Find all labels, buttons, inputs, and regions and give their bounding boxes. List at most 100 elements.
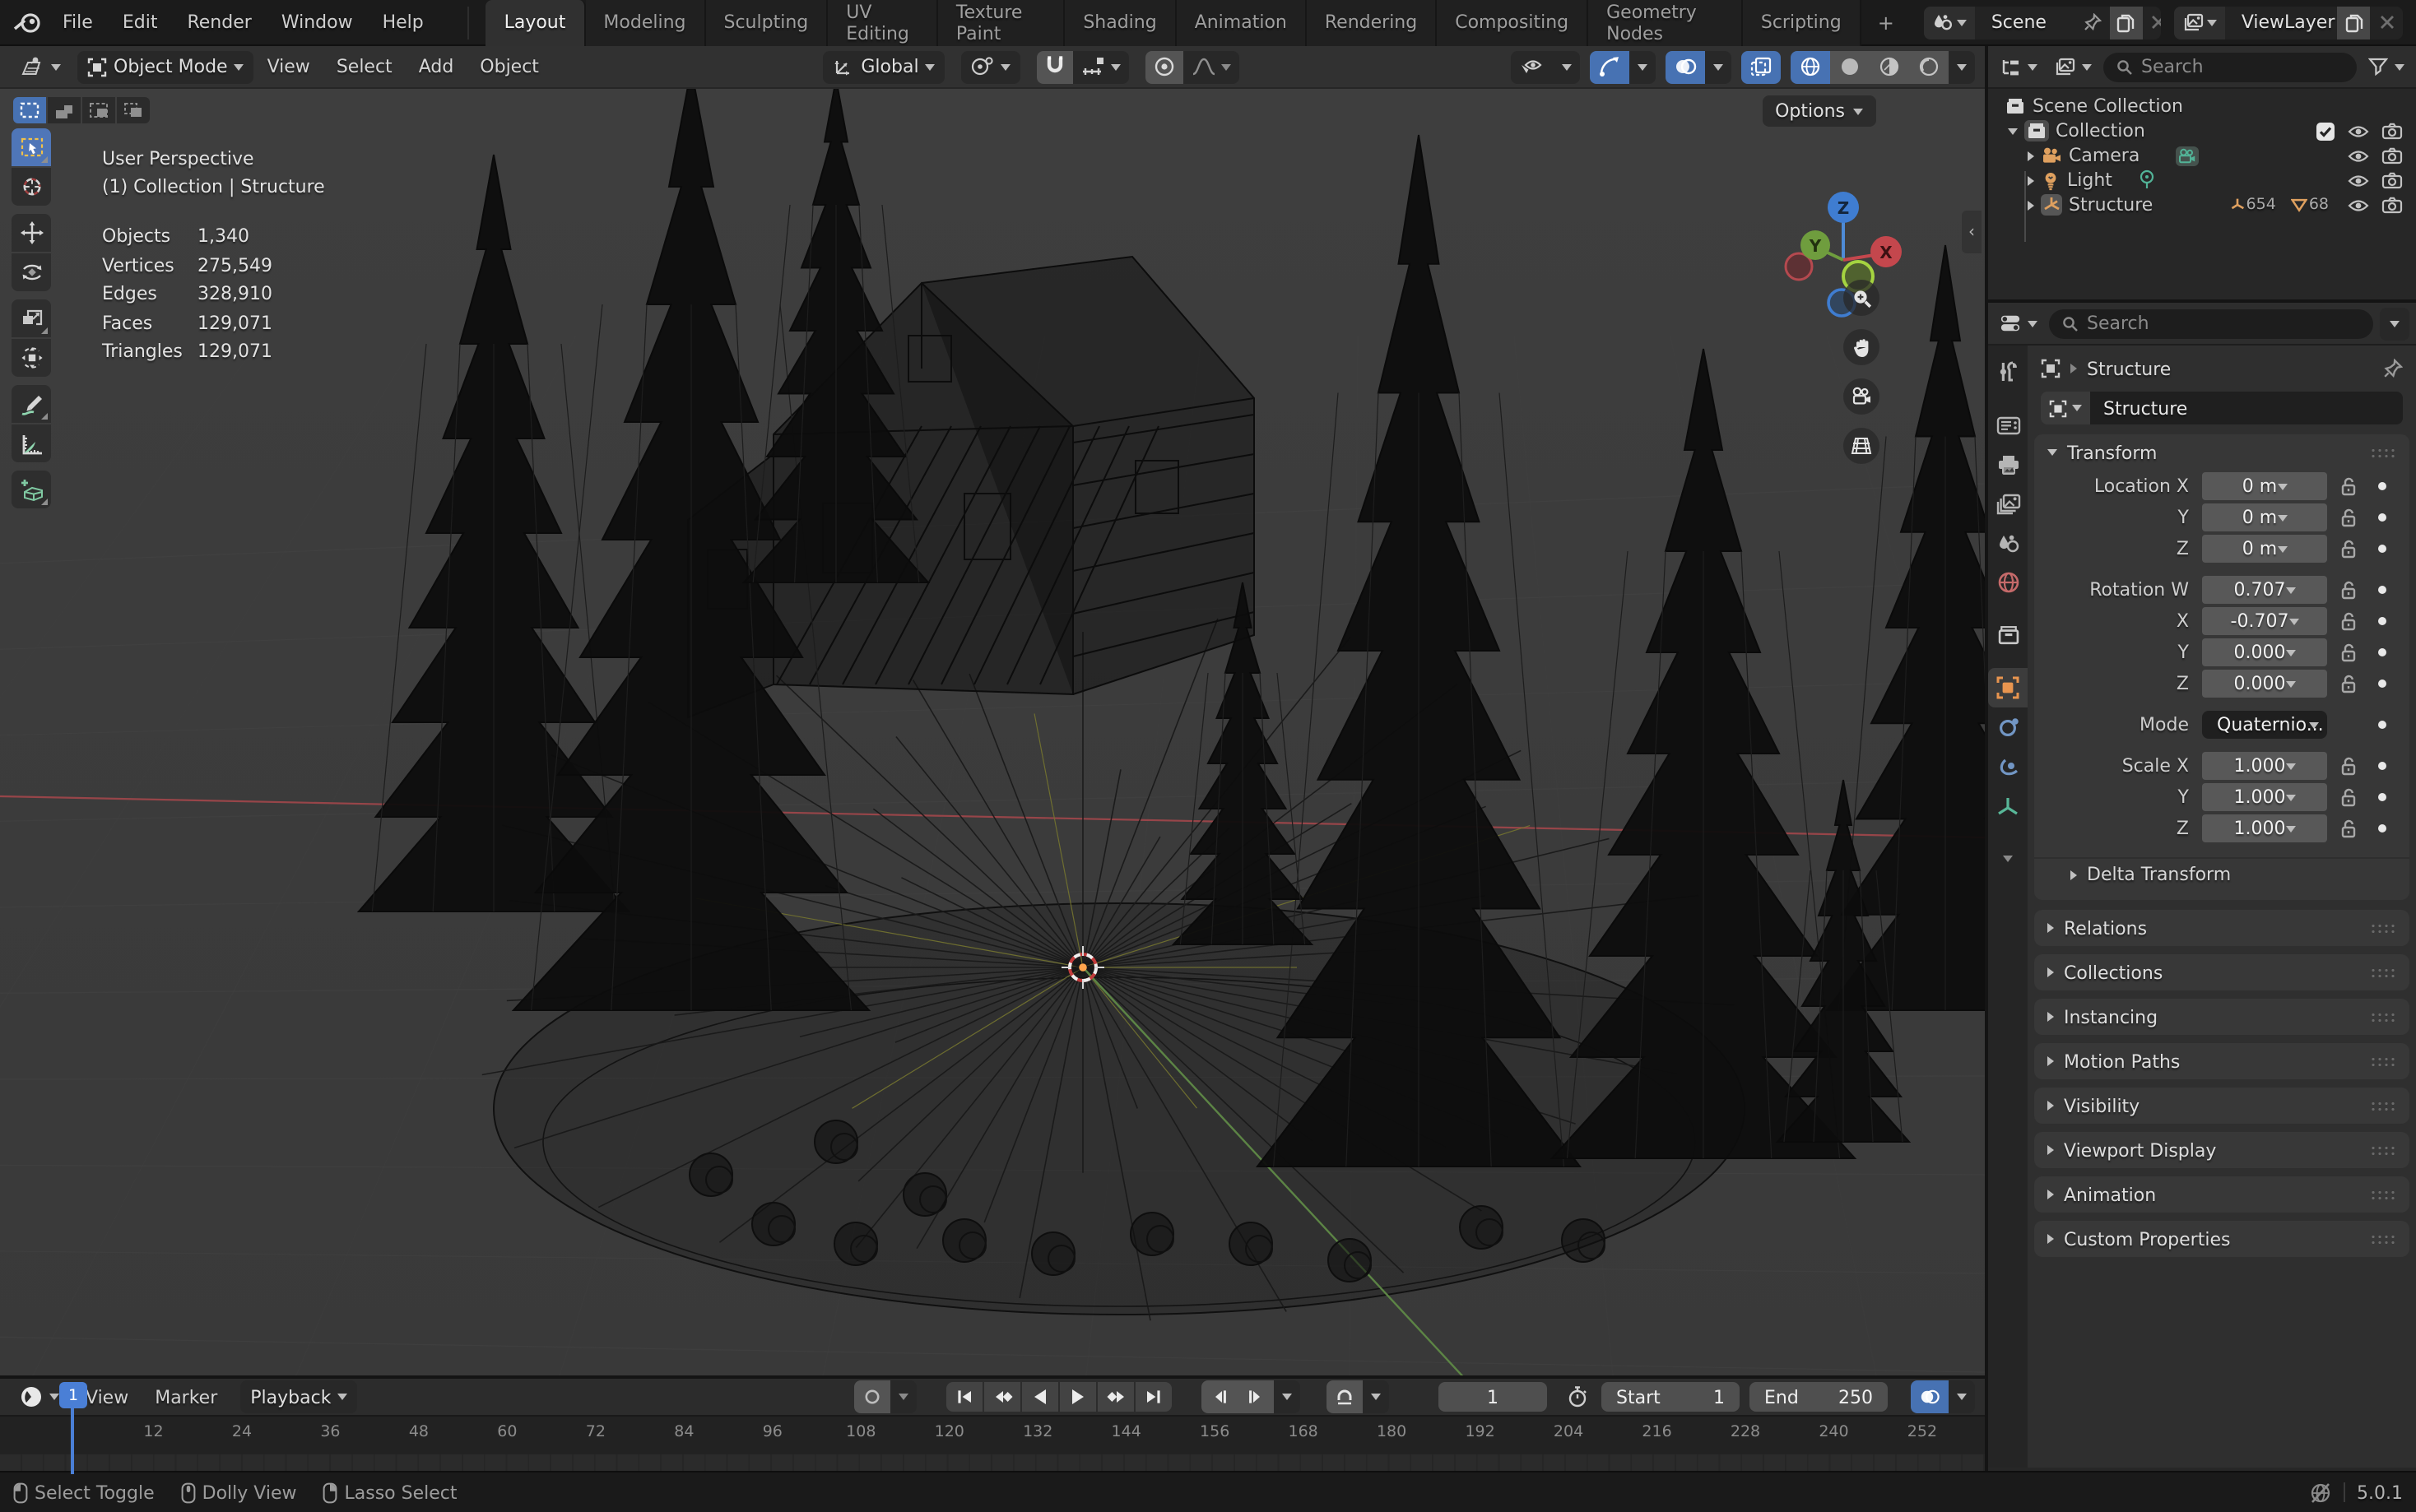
options-dropdown[interactable]: Options [1762,95,1876,127]
lock-open-icon[interactable] [2334,787,2363,807]
value-field[interactable]: -0.707 [2202,607,2327,635]
cursor-tool[interactable] [12,168,51,206]
viewlayer-browse-button[interactable] [2174,6,2225,39]
viewlayer-name[interactable]: ViewLayer [2225,12,2337,33]
editor-type-button[interactable] [10,50,71,83]
outliner-row-structure[interactable]: Structure 654 68 [1988,192,2416,217]
lock-open-icon[interactable] [2334,611,2363,631]
workspace-tab[interactable]: Geometry Nodes [1588,0,1743,45]
mode-dropdown[interactable]: Object Mode [77,50,254,83]
tab-object[interactable] [1988,668,2028,707]
stopwatch-icon[interactable] [1567,1385,1588,1408]
scale-tool[interactable] [12,299,51,337]
viewport-canvas[interactable]: User Perspective (1) Collection | Struct… [0,89,1985,1375]
camera-view-button[interactable] [1843,378,1879,415]
panel-grip[interactable] [2370,1100,2396,1111]
gizmo-dropdown[interactable] [1629,50,1656,83]
eye-icon[interactable] [2347,123,2370,139]
panel-grip[interactable] [2370,922,2396,934]
outliner-display-dropdown[interactable] [1995,50,2042,83]
eye-icon[interactable] [2347,172,2370,188]
tab-viewlayer[interactable] [1988,484,2028,523]
checkbox-icon[interactable] [2316,121,2335,141]
tabs-overflow-chevron[interactable] [1988,839,2028,879]
eye-icon[interactable] [2347,197,2370,213]
shading-dropdown[interactable] [1949,50,1975,83]
animate-dot-icon[interactable] [2378,586,2386,594]
visibility-dropdown[interactable] [1511,50,1580,83]
select-intersect-icon[interactable] [117,97,150,123]
current-frame-field[interactable]: 1 [1438,1382,1547,1412]
overlays-icon[interactable] [1666,50,1705,83]
workspace-tab[interactable]: Animation [1177,0,1307,45]
box-select-tool[interactable] [12,128,51,166]
value-field[interactable]: 1.000 [2202,783,2327,811]
properties-panel-header[interactable]: Visibility [2034,1088,2409,1124]
jump-end-button[interactable] [1136,1382,1172,1412]
proportional-icon[interactable] [1146,50,1184,83]
shading-wireframe-icon[interactable] [1791,50,1830,83]
timeline-overlays-icon[interactable] [1911,1380,1949,1413]
tab-tool[interactable] [1988,352,2028,392]
tab-object-data[interactable] [1988,786,2028,826]
scene-browse-button[interactable] [1924,6,1975,39]
delta-transform-panel-header[interactable]: Delta Transform [2034,857,2409,890]
outliner-search-input[interactable]: Search [2103,52,2357,81]
viewport-menu-item[interactable]: Object [467,56,552,77]
step-forward-button[interactable] [1238,1380,1274,1413]
next-keyframe-button[interactable] [1098,1382,1134,1412]
lock-open-icon[interactable] [2334,819,2363,838]
animate-dot-icon[interactable] [2378,482,2386,490]
lock-open-icon[interactable] [2334,642,2363,662]
menu-item[interactable]: File [48,12,108,33]
rotate-tool[interactable] [12,253,51,291]
animate-dot-icon[interactable] [2378,824,2386,833]
properties-search-input[interactable]: Search [2049,308,2373,338]
pivot-dropdown[interactable] [962,50,1021,83]
snap-with-dropdown[interactable] [1074,50,1130,83]
zoom-button[interactable] [1843,280,1879,316]
workspace-tab[interactable]: Sculpting [706,0,829,45]
add-cube-tool[interactable] [12,471,51,508]
shading-material-icon[interactable] [1870,50,1909,83]
workspace-tab[interactable]: Shading [1065,0,1176,45]
outliner-row-camera[interactable]: Camera [1988,143,2416,168]
gizmo-icon[interactable] [1590,50,1629,83]
orientation-dropdown[interactable]: Global [823,50,945,83]
animate-dot-icon[interactable] [2378,793,2386,801]
animate-dot-icon[interactable] [2378,721,2386,729]
jump-start-button[interactable] [946,1382,983,1412]
properties-panel-header[interactable]: Collections [2034,954,2409,990]
select-set-icon[interactable] [13,97,46,123]
value-field[interactable]: Quaternio... [2202,711,2327,739]
tab-output[interactable] [1988,444,2028,484]
play-button[interactable] [1060,1382,1096,1412]
step-back-button[interactable] [1201,1380,1238,1413]
tab-world[interactable] [1988,563,2028,602]
menu-item[interactable]: Render [172,12,266,33]
outliner-filter-dropdown[interactable] [2363,50,2409,83]
panel-grip[interactable] [2370,1011,2396,1023]
close-icon[interactable] [2143,6,2161,39]
transform-panel-header[interactable]: Transform [2034,434,2409,471]
properties-panel-header[interactable]: Motion Paths [2034,1043,2409,1079]
workspace-tab[interactable]: Modeling [585,0,705,45]
value-field[interactable]: 0.000 [2202,670,2327,698]
menu-item[interactable]: Edit [108,12,173,33]
start-frame-field[interactable]: Start1 [1601,1382,1740,1412]
workspace-tab[interactable]: Layout [486,0,586,45]
value-field[interactable]: 0 m [2202,535,2327,563]
end-frame-field[interactable]: End250 [1749,1382,1888,1412]
menu-item[interactable]: Help [368,12,439,33]
workspace-tab[interactable]: Rendering [1307,0,1437,45]
properties-panel-header[interactable]: Viewport Display [2034,1132,2409,1168]
tab-constraints[interactable] [1988,707,2028,747]
timeline-overlays-dropdown[interactable] [1949,1380,1975,1413]
pin-icon[interactable] [2383,359,2403,378]
panel-grip[interactable] [2370,1189,2396,1200]
lock-open-icon[interactable] [2334,756,2363,776]
viewport-menu-item[interactable]: Select [323,56,406,77]
viewport-menu-item[interactable]: View [254,56,323,77]
step-dropdown[interactable] [1274,1380,1300,1413]
magnet-icon[interactable] [1038,50,1074,83]
